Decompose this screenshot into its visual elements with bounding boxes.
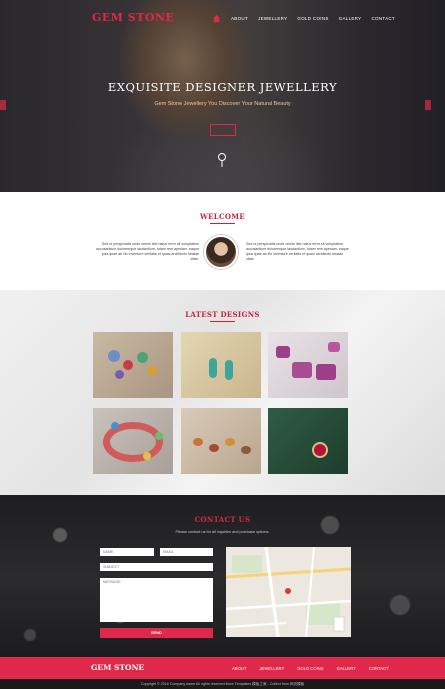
footer-nav-contact[interactable]: CONTACT: [369, 666, 389, 671]
send-button[interactable]: SEND: [100, 628, 213, 638]
contact-section: CONTACT US Please contact us for all inq…: [0, 495, 445, 657]
nav-gold-coins[interactable]: GOLD COINS: [297, 16, 328, 21]
location-map[interactable]: [226, 547, 351, 637]
name-field[interactable]: [100, 548, 154, 556]
designs-divider: [210, 321, 235, 322]
footer-nav: ABOUT JEWELLERY GOLD COINS GALLERY CONTA…: [232, 666, 389, 671]
footer-nav-gold-coins[interactable]: GOLD COINS: [297, 666, 323, 671]
copyright-bar: Copyright © 2016 Company name All rights…: [0, 679, 445, 689]
welcome-divider: [210, 223, 235, 224]
nav-gallery[interactable]: GALLERY: [339, 16, 362, 21]
footer-nav-about[interactable]: ABOUT: [232, 666, 246, 671]
hero-banner: GEM STONE ABOUT JEWELLERY GOLD COINS GAL…: [0, 0, 445, 192]
avatar: [204, 235, 238, 269]
hero-subtitle: Gem Stone Jewellery You Discover Your Na…: [154, 101, 291, 107]
welcome-text-left: Sed ut perspiciatis unde omnis iste natu…: [96, 242, 199, 261]
email-field[interactable]: [160, 548, 213, 556]
design-thumb-purple-stone-necklace[interactable]: [268, 332, 348, 398]
welcome-title: WELCOME: [200, 212, 245, 221]
design-thumb-rings-display[interactable]: [181, 408, 261, 474]
nav-about[interactable]: ABOUT: [231, 16, 248, 21]
design-thumb-drop-earrings[interactable]: [181, 332, 261, 398]
hero-title: EXQUISITE DESIGNER JEWELLERY: [107, 80, 338, 94]
latest-designs-section: LATEST DESIGNS: [0, 290, 445, 495]
message-field[interactable]: [100, 578, 213, 622]
hero-button[interactable]: [210, 124, 236, 136]
home-icon[interactable]: [212, 14, 221, 23]
footer-brand[interactable]: GEM STONE: [91, 663, 144, 672]
design-thumb-beaded-necklace[interactable]: [93, 332, 173, 398]
slider-next-arrow[interactable]: [425, 100, 431, 110]
slider-prev-arrow[interactable]: [0, 100, 6, 110]
footer-nav-jewellery[interactable]: JEWELLERY: [259, 666, 284, 671]
pin-icon: [216, 152, 228, 173]
designs-title: LATEST DESIGNS: [185, 310, 260, 319]
footer-nav-gallery[interactable]: GALLERY: [337, 666, 356, 671]
design-thumb-ruby-pendant[interactable]: [268, 408, 348, 474]
contact-title: CONTACT US: [194, 515, 251, 524]
footer: GEM STONE ABOUT JEWELLERY GOLD COINS GAL…: [0, 657, 445, 679]
nav-contact[interactable]: CONTACT: [371, 16, 395, 21]
subject-field[interactable]: [100, 563, 213, 571]
nav-jewellery[interactable]: JEWELLERY: [258, 16, 287, 21]
top-nav: ABOUT JEWELLERY GOLD COINS GALLERY CONTA…: [212, 14, 395, 23]
design-thumb-beaded-bracelet[interactable]: [93, 408, 173, 474]
welcome-text-right: Sed ut perspiciatis unde omnis iste natu…: [246, 242, 349, 261]
brand-logo[interactable]: GEM STONE: [92, 11, 174, 24]
contact-subtitle: Please contact us for all inquiries and …: [175, 530, 270, 534]
